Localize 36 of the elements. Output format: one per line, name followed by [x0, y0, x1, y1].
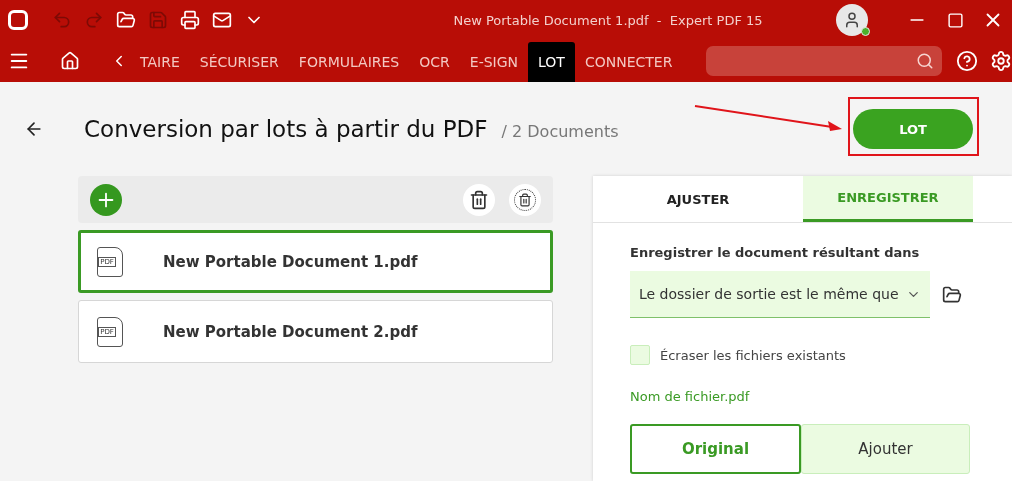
trash-button[interactable]	[463, 183, 495, 216]
folder-icon[interactable]	[942, 284, 962, 305]
delete-selected-button[interactable]	[509, 183, 541, 216]
window-title: New Portable Document 1.pdf - Expert PDF 15	[452, 12, 764, 28]
overwrite-checkbox[interactable]	[630, 345, 650, 365]
person-icon	[843, 11, 861, 29]
ribbon-tab[interactable]: CONNECTER	[574, 42, 683, 82]
mode-toggle[interactable]: Ajouter	[801, 424, 970, 474]
ribbon-tab[interactable]: E-SIGN	[459, 42, 528, 82]
settings-icon[interactable]	[990, 50, 1012, 72]
run-batch-button[interactable]: LOT	[853, 109, 973, 149]
help-icon[interactable]	[956, 50, 978, 72]
page-title: Conversion par lots à partir du PDF	[84, 116, 488, 142]
mode-toggle[interactable]: Original	[630, 424, 801, 474]
file-name: New Portable Document 1.pdf	[163, 252, 418, 271]
panel-tab[interactable]: ENREGISTRER	[803, 176, 973, 222]
ribbon-tab[interactable]: TAIRE	[130, 42, 190, 82]
trash-icon[interactable]	[518, 192, 532, 207]
output-folder-dropdown[interactable]: Le dossier de sortie est le même que	[630, 271, 930, 318]
search-field[interactable]	[706, 46, 942, 76]
trash-icon[interactable]	[469, 189, 489, 210]
ribbon-tab[interactable]: LOT	[528, 42, 575, 82]
user-avatar[interactable]	[836, 4, 868, 36]
app-logo-icon	[8, 10, 28, 30]
checkbox-label: Écraser les fichiers existants	[660, 347, 846, 363]
maximize-icon[interactable]	[946, 11, 964, 29]
home-icon[interactable]	[60, 51, 80, 71]
panel-tab[interactable]: AJUSTER	[593, 176, 803, 222]
field-label: Enregistrer le document résultant dans	[630, 245, 921, 260]
file-name-link[interactable]: Nom de fichier.pdf	[630, 389, 750, 404]
ribbon-tab[interactable]: FORMULAIRES	[288, 42, 410, 82]
file-name: New Portable Document 2.pdf	[163, 322, 418, 341]
document-count: / 2 Documents	[501, 121, 619, 141]
ribbon-tab[interactable]: SÉCURISER	[189, 42, 289, 82]
ribbon-tab[interactable]: OCR	[409, 42, 460, 82]
search-icon[interactable]	[916, 52, 934, 70]
